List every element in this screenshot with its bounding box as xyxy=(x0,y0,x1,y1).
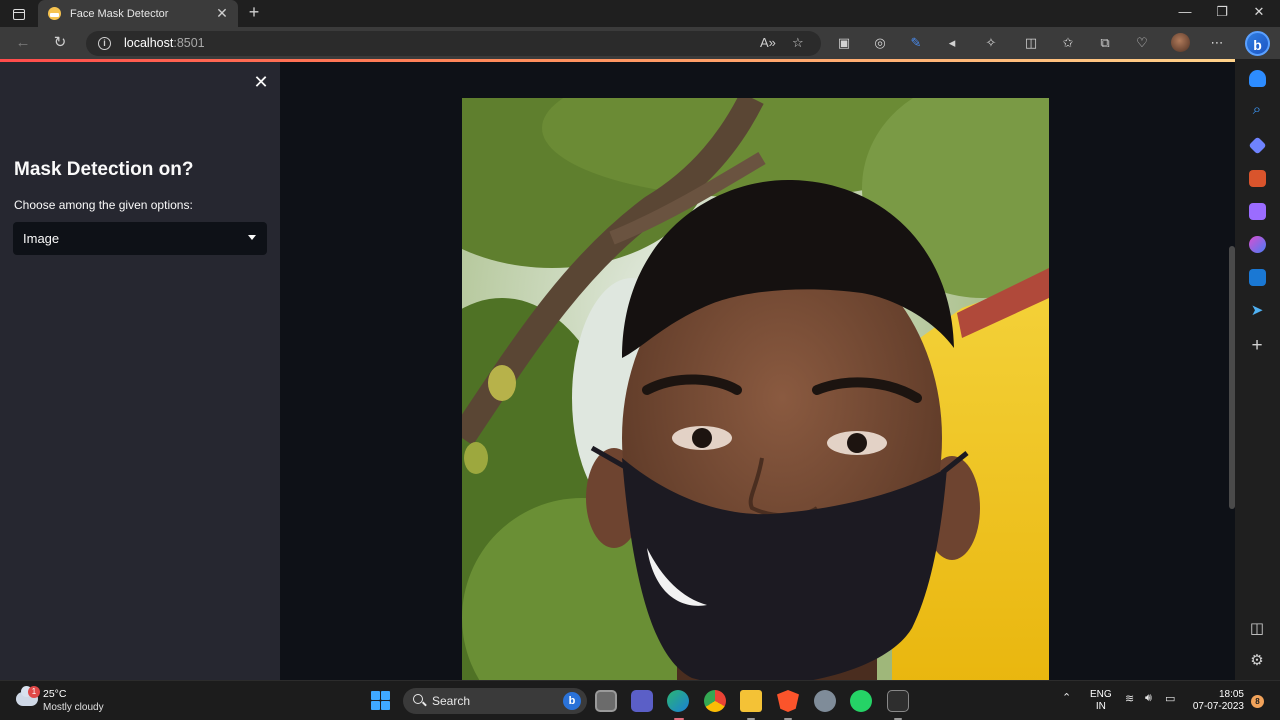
hide-sidebar-icon[interactable]: ◫ xyxy=(1246,619,1268,637)
search-icon xyxy=(413,694,423,704)
office-icon[interactable] xyxy=(1249,236,1266,253)
chevron-down-icon xyxy=(248,235,256,240)
show-hidden-icons-chevron-icon[interactable]: ⌃ xyxy=(1062,691,1071,704)
read-aloud-icon[interactable]: A» xyxy=(760,35,776,50)
extension-icon[interactable]: ✧ xyxy=(982,34,1000,52)
refresh-icon[interactable]: ↻ xyxy=(49,33,71,53)
bing-icon[interactable]: b xyxy=(563,692,581,710)
settings-gear-icon[interactable] xyxy=(814,690,836,712)
notification-count-badge[interactable]: 8 xyxy=(1251,695,1264,708)
chrome-icon[interactable] xyxy=(704,690,726,712)
start-button-icon[interactable] xyxy=(371,691,390,710)
terminal-icon[interactable] xyxy=(887,690,909,712)
brave-icon[interactable] xyxy=(777,690,799,712)
pen-extension-icon[interactable]: ✎ xyxy=(907,34,925,52)
detection-mode-select[interactable]: Image xyxy=(13,222,267,255)
windows-taskbar: 1 25°C Mostly cloudy Search b ⌃ ENG IN ≋ … xyxy=(0,680,1280,720)
file-explorer-icon[interactable] xyxy=(740,690,762,712)
select-help-text: Choose among the given options: xyxy=(14,198,193,212)
wifi-icon[interactable]: ≋ xyxy=(1125,692,1134,705)
favorite-star-icon[interactable]: ☆ xyxy=(792,35,804,51)
split-screen-icon[interactable]: ◫ xyxy=(1022,34,1040,52)
outlook-icon[interactable] xyxy=(1249,269,1266,286)
taskbar-search[interactable]: Search b xyxy=(403,688,587,714)
games-icon[interactable] xyxy=(1249,203,1266,220)
system-clock[interactable]: 18:05 07-07-2023 xyxy=(1188,689,1244,713)
weather-temperature[interactable]: 25°C xyxy=(43,688,66,700)
weather-badge: 1 xyxy=(28,686,40,698)
shopping-tag-icon[interactable] xyxy=(1248,136,1267,155)
profile-avatar[interactable] xyxy=(1171,33,1190,52)
collections-icon[interactable]: ⧉ xyxy=(1096,34,1114,52)
mask-favicon-icon xyxy=(48,7,61,20)
add-icon[interactable]: + xyxy=(1246,335,1268,357)
headset-extension-icon[interactable]: ◎ xyxy=(871,34,889,52)
telegram-icon[interactable]: ➤ xyxy=(1246,301,1268,319)
more-icon[interactable]: ⋯ xyxy=(1208,34,1226,52)
address-bar-row: ← ↻ i localhost:8501 A» ☆ ▣ ◎ ✎ ◂ ✧ ◫ ✩ … xyxy=(0,27,1280,59)
whatsapp-icon[interactable] xyxy=(850,690,872,712)
tools-briefcase-icon[interactable] xyxy=(1249,170,1266,187)
app-main xyxy=(280,62,1230,680)
tab-face-mask-detector[interactable]: Face Mask Detector ✕ xyxy=(38,0,238,27)
help-extension-icon[interactable]: ▣ xyxy=(835,34,853,52)
tab-actions-icon xyxy=(13,8,25,20)
app-sidebar: ✕ Mask Detection on? Choose among the gi… xyxy=(0,62,280,680)
search-icon[interactable]: ⌕ xyxy=(1246,101,1268,118)
edge-sidebar: ⌕ ➤ + ◫ ⚙ xyxy=(1235,59,1280,680)
edge-browser-icon[interactable] xyxy=(667,690,689,712)
person-with-mask-photo xyxy=(462,98,1049,680)
minimize-button[interactable]: — xyxy=(1175,4,1195,19)
maximize-button[interactable]: ❐ xyxy=(1212,4,1232,20)
info-icon[interactable]: i xyxy=(98,37,111,50)
url-text: localhost:8501 xyxy=(124,36,205,50)
tab-title: Face Mask Detector xyxy=(70,7,169,20)
settings-icon[interactable]: ⚙ xyxy=(1246,651,1268,669)
favorites-icon[interactable]: ✩ xyxy=(1059,34,1077,52)
task-view-icon[interactable] xyxy=(595,690,617,712)
browser-tab-bar: Face Mask Detector ✕ + — ❐ ✕ xyxy=(0,0,1280,27)
select-value: Image xyxy=(23,231,60,246)
search-label: Search xyxy=(432,694,471,708)
battery-icon[interactable]: ▭ xyxy=(1165,692,1175,705)
url-field[interactable]: i localhost:8501 A» ☆ xyxy=(86,31,821,56)
notification-bell-icon[interactable] xyxy=(1249,70,1266,87)
teams-chat-icon[interactable] xyxy=(631,690,653,712)
language-indicator[interactable]: ENG IN xyxy=(1090,689,1112,713)
uploaded-image xyxy=(462,98,1049,680)
sidebar-heading: Mask Detection on? xyxy=(14,159,194,180)
tab-actions-button[interactable] xyxy=(8,4,30,24)
browser-essentials-icon[interactable]: ♡ xyxy=(1133,34,1151,52)
new-tab-button[interactable]: + xyxy=(244,2,264,23)
sound-extension-icon[interactable]: ◂ xyxy=(943,34,961,52)
tab-close-icon[interactable]: ✕ xyxy=(214,5,230,22)
close-window-button[interactable]: ✕ xyxy=(1249,4,1269,20)
close-sidebar-icon[interactable]: ✕ xyxy=(252,72,270,93)
volume-icon[interactable]: 🔊︎ xyxy=(1145,692,1152,705)
bing-chat-icon[interactable]: b xyxy=(1245,31,1270,56)
back-icon[interactable]: ← xyxy=(12,33,34,53)
weather-condition[interactable]: Mostly cloudy xyxy=(43,702,104,713)
